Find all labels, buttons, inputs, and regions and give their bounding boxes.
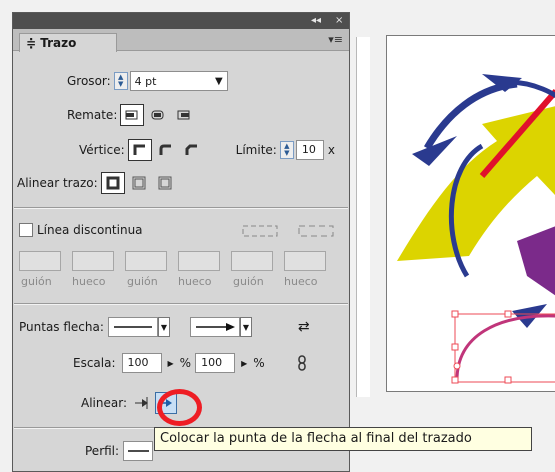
start-scale-input[interactable]: 100	[121, 353, 162, 373]
align-inside-button[interactable]	[127, 172, 151, 194]
butt-cap-button[interactable]	[120, 104, 145, 126]
scale-stepper-icon[interactable]: ▶	[168, 359, 174, 368]
gap-field-1[interactable]	[72, 251, 114, 271]
align-inside-icon	[132, 176, 146, 190]
artwork	[397, 74, 555, 384]
align-outside-button[interactable]	[153, 172, 177, 194]
start-arrowhead-select[interactable]	[107, 317, 158, 337]
weight-label: Grosor:	[67, 74, 111, 88]
bevel-join-icon	[185, 144, 197, 155]
gap-label: hueco	[72, 275, 106, 288]
align-stroke-row: Alinear trazo:	[17, 172, 179, 194]
profile-label: Perfil:	[85, 444, 120, 458]
arrow-extend-icon	[134, 397, 148, 409]
end-scale-input[interactable]: 100	[195, 353, 236, 373]
arrowheads-row: Puntas flecha: ▼ ▼ ⇄	[19, 317, 310, 337]
dash-field-1[interactable]	[19, 251, 61, 271]
limit-unit: x	[327, 143, 335, 157]
background-panel-edge	[356, 37, 370, 397]
dash-label: guión	[233, 275, 264, 288]
weight-select[interactable]: 4 pt ▼	[129, 71, 228, 91]
dashed-line-row: Línea discontinua	[19, 223, 143, 237]
dashed-line-checkbox[interactable]	[19, 223, 33, 237]
panel-menu-icon[interactable]: ▾≡	[328, 33, 343, 46]
projecting-cap-button[interactable]	[172, 104, 196, 126]
arrowheads-label: Puntas flecha:	[19, 320, 104, 334]
dash-label: guión	[127, 275, 158, 288]
chevron-down-icon[interactable]: ▼	[239, 317, 252, 337]
line-icon	[128, 450, 150, 452]
chevron-down-icon: ▼	[214, 75, 223, 87]
corner-label: Vértice:	[79, 143, 125, 157]
align-outside-icon	[158, 176, 172, 190]
divider	[14, 304, 348, 305]
weight-stepper-icon[interactable]: ▲ ▼	[113, 72, 128, 90]
dash-label: guión	[21, 275, 52, 288]
round-join-icon	[159, 144, 171, 155]
collapse-icon[interactable]: ◂◂	[311, 14, 321, 27]
projecting-cap-icon	[177, 110, 190, 120]
dashed-line-label: Línea discontinua	[37, 223, 143, 237]
percent-label: %	[253, 356, 265, 370]
panel-titlebar[interactable]: ◂◂ ×	[13, 13, 349, 29]
tab-bar: ≑ Trazo ▾≡	[13, 29, 349, 52]
weight-row: Grosor: ▲ ▼ 4 pt ▼	[67, 71, 228, 91]
scale-label: Escala:	[73, 356, 116, 370]
cap-label: Remate:	[67, 108, 118, 122]
tab-stroke[interactable]: ≑ Trazo	[19, 33, 117, 52]
round-cap-icon	[151, 110, 164, 120]
end-arrowhead-select[interactable]	[189, 317, 240, 337]
swap-arrowheads-icon[interactable]: ⇄	[298, 319, 310, 335]
align-center-button[interactable]	[100, 172, 125, 194]
align-center-icon	[106, 176, 120, 190]
bevel-join-button[interactable]	[180, 139, 204, 161]
miter-join-button[interactable]	[127, 139, 152, 161]
chevron-down-icon[interactable]: ▼	[157, 317, 170, 337]
arrow-extend-beyond-button[interactable]	[131, 392, 153, 414]
percent-label: %	[179, 356, 192, 370]
limit-stepper-icon[interactable]: ▲ ▼	[279, 141, 294, 159]
highlight-circle	[157, 389, 202, 426]
miter-join-icon	[133, 144, 145, 155]
gap-field-3[interactable]	[284, 251, 326, 271]
corner-row: Vértice: Límite: ▲ ▼ 10 x	[67, 139, 335, 161]
gap-field-2[interactable]	[178, 251, 220, 271]
gap-label: hueco	[284, 275, 318, 288]
dash-field-2[interactable]	[125, 251, 167, 271]
limit-input[interactable]: 10	[295, 140, 324, 160]
artboard[interactable]	[386, 35, 555, 392]
arrow-right-icon	[195, 323, 235, 331]
align-stroke-label: Alinear trazo:	[17, 176, 98, 190]
line-icon	[113, 326, 152, 328]
close-icon[interactable]: ×	[335, 14, 343, 27]
round-join-button[interactable]	[154, 139, 178, 161]
round-cap-button[interactable]	[146, 104, 170, 126]
cap-row: Remate:	[67, 104, 198, 126]
gap-label: hueco	[178, 275, 212, 288]
profile-select[interactable]	[123, 441, 154, 461]
divider	[14, 208, 348, 209]
scale-row: Escala: 100 ▶ % 100 ▶ %	[73, 353, 307, 373]
dash-field-3[interactable]	[231, 251, 273, 271]
tooltip: Colocar la punta de la flecha al final d…	[154, 427, 532, 451]
scale-stepper-icon[interactable]: ▶	[241, 359, 247, 368]
arrow-align-label: Alinear:	[81, 396, 127, 410]
dash-preset-icons[interactable]	[241, 223, 341, 239]
profile-row: Perfil:	[85, 441, 154, 461]
chain-link-icon[interactable]	[297, 355, 307, 371]
butt-cap-icon	[125, 110, 138, 120]
weight-value: 4 pt	[134, 74, 157, 88]
limit-label: Límite:	[235, 143, 277, 157]
